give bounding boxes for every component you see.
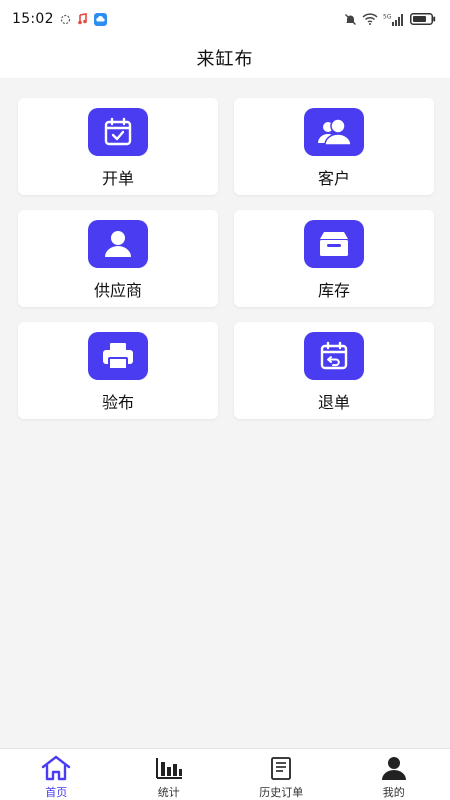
battery-icon bbox=[410, 13, 436, 25]
calendar-return-icon bbox=[304, 332, 364, 380]
menu-card-label: 开单 bbox=[101, 169, 134, 188]
mute-bell-icon bbox=[344, 13, 357, 26]
bottom-nav: 首页 统计 历史订单 我的 bbox=[0, 748, 450, 800]
bar-chart-icon bbox=[155, 755, 183, 781]
nav-label: 历史订单 bbox=[259, 786, 304, 799]
nav-profile[interactable]: 我的 bbox=[338, 749, 450, 800]
signal-icon: 5G bbox=[383, 13, 405, 26]
menu-card-create-order[interactable]: 开单 bbox=[18, 98, 218, 195]
menu-card-label: 验布 bbox=[101, 393, 134, 412]
users-icon bbox=[304, 108, 364, 156]
status-left: 15:02 bbox=[12, 11, 107, 27]
menu-card-label: 客户 bbox=[317, 169, 350, 188]
inventory-box-icon bbox=[304, 220, 364, 268]
page-title: 来缸布 bbox=[196, 49, 254, 70]
status-bar: 15:02 5G bbox=[0, 0, 450, 38]
app-header: 来缸布 bbox=[0, 38, 450, 78]
status-right: 5G bbox=[344, 13, 436, 26]
menu-card-label: 退单 bbox=[317, 393, 350, 412]
sync-icon bbox=[60, 14, 71, 25]
calendar-check-icon bbox=[88, 108, 148, 156]
nav-label: 统计 bbox=[157, 786, 180, 799]
cloud-icon bbox=[93, 12, 107, 26]
nav-label: 首页 bbox=[45, 786, 68, 799]
nav-home[interactable]: 首页 bbox=[0, 749, 113, 800]
menu-card-customers[interactable]: 客户 bbox=[234, 98, 434, 195]
network-type-label: 5G bbox=[383, 13, 392, 20]
menu-card-inspect-fabric[interactable]: 验布 bbox=[18, 322, 218, 419]
nav-statistics[interactable]: 统计 bbox=[113, 749, 226, 800]
user-icon bbox=[88, 220, 148, 268]
profile-icon bbox=[381, 755, 407, 781]
menu-grid: 开单 客户 供应商 库存 验布 退单 bbox=[18, 98, 434, 419]
home-icon bbox=[40, 755, 72, 781]
menu-card-inventory[interactable]: 库存 bbox=[234, 210, 434, 307]
wifi-icon bbox=[362, 13, 378, 25]
menu-card-label: 库存 bbox=[317, 281, 350, 300]
status-time: 15:02 bbox=[12, 11, 54, 27]
menu-card-suppliers[interactable]: 供应商 bbox=[18, 210, 218, 307]
menu-card-label: 供应商 bbox=[93, 281, 142, 300]
order-history-icon bbox=[269, 755, 293, 781]
nav-order-history[interactable]: 历史订单 bbox=[225, 749, 338, 800]
music-icon bbox=[77, 13, 88, 25]
menu-card-return-order[interactable]: 退单 bbox=[234, 322, 434, 419]
printer-icon bbox=[88, 332, 148, 380]
nav-label: 我的 bbox=[382, 786, 405, 799]
